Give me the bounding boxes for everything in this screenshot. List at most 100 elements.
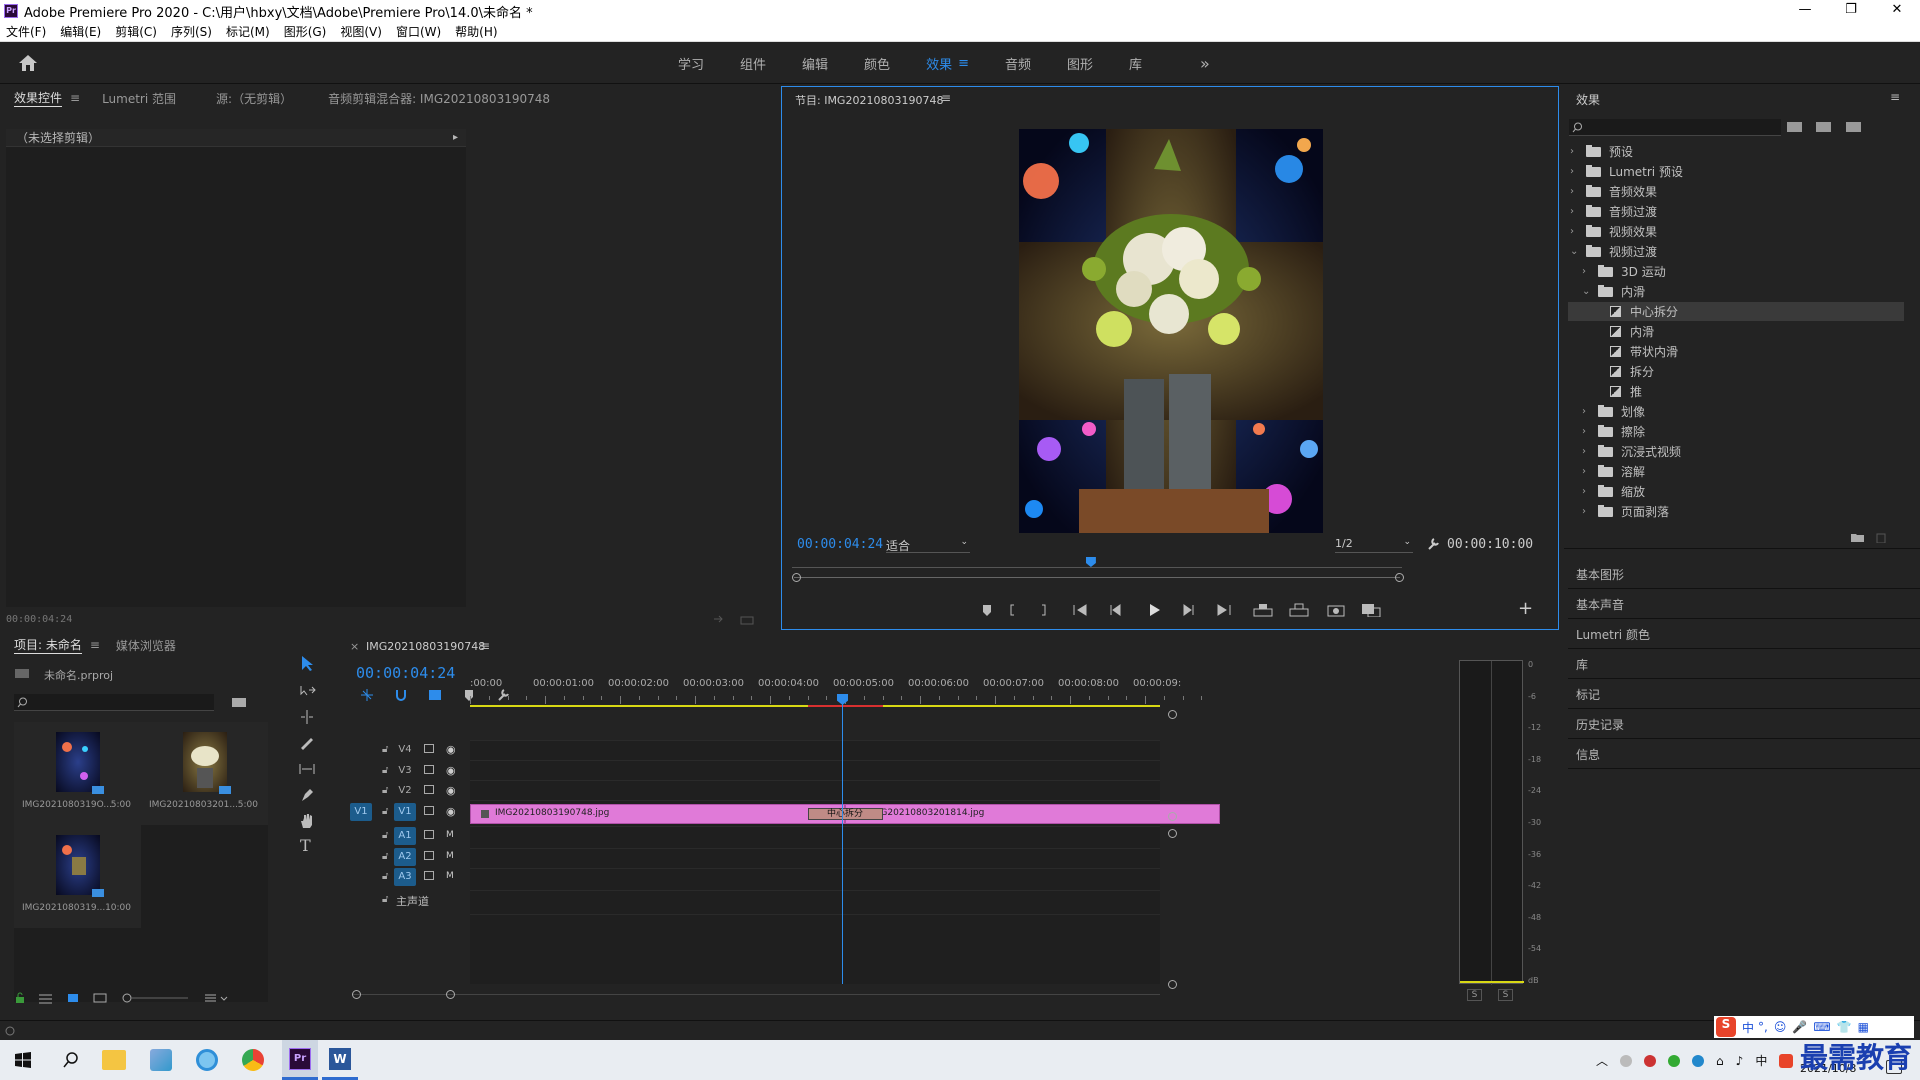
icon-view-icon[interactable] bbox=[66, 992, 80, 1004]
sogou-tray-icon[interactable] bbox=[1779, 1053, 1794, 1068]
ime-emoji-icon[interactable]: ☺ bbox=[1774, 1020, 1787, 1034]
effect-item[interactable]: 推 bbox=[1568, 382, 1904, 401]
sequence-tab[interactable]: IMG20210803190748 bbox=[366, 640, 485, 653]
collapsed-panel-header[interactable]: 库 bbox=[1576, 656, 1588, 673]
chevron-right-icon[interactable]: › bbox=[1570, 226, 1580, 237]
lock-track-icon[interactable]: 🔓︎ bbox=[382, 806, 388, 817]
workspace-tab-learn[interactable]: 学习 bbox=[678, 54, 704, 73]
collapsed-panel-header[interactable]: 历史记录 bbox=[1576, 716, 1624, 733]
selection-tool-icon[interactable] bbox=[298, 654, 316, 672]
project-search-input[interactable] bbox=[14, 694, 214, 711]
tab-effect-controls[interactable]: 效果控件 bbox=[14, 89, 63, 107]
eye-icon[interactable]: ◉ bbox=[446, 743, 456, 756]
search-icon[interactable] bbox=[62, 1051, 80, 1069]
timeline-h-scrollbar[interactable] bbox=[352, 994, 1160, 995]
tab-lumetri-scopes[interactable]: Lumetri 范围 bbox=[102, 90, 176, 107]
go-to-out-icon[interactable] bbox=[1208, 603, 1246, 617]
close-sequence-icon[interactable]: × bbox=[350, 640, 359, 653]
solo-right-button[interactable]: S bbox=[1498, 989, 1513, 1001]
ime-mic-icon[interactable]: 🎤 bbox=[1792, 1020, 1807, 1034]
chevron-down-icon[interactable]: ⌄ bbox=[1570, 246, 1580, 257]
workspace-tab-libraries[interactable]: 库 bbox=[1129, 54, 1142, 73]
tray-chevron-icon[interactable]: ︿ bbox=[1596, 1052, 1608, 1069]
workspace-overflow-icon[interactable]: » bbox=[1200, 54, 1210, 73]
effect-folder[interactable]: ⌄ 内滑 bbox=[1568, 282, 1904, 301]
effect-folder[interactable]: › 音频过渡 bbox=[1568, 202, 1904, 221]
mute-button[interactable]: M bbox=[446, 830, 454, 840]
program-current-timecode[interactable]: 00:00:04:24 bbox=[797, 537, 883, 552]
effect-folder[interactable]: › 页面剥落 bbox=[1568, 502, 1904, 521]
home-icon[interactable] bbox=[18, 54, 38, 72]
workspace-tab-audio[interactable]: 音频 bbox=[1005, 54, 1031, 73]
add-button-icon[interactable]: + bbox=[1518, 598, 1533, 619]
bin-search-icon[interactable] bbox=[231, 696, 247, 708]
timeline-playhead[interactable] bbox=[837, 694, 848, 984]
eye-icon[interactable]: ◉ bbox=[446, 784, 456, 797]
effect-item[interactable]: 中心拆分 bbox=[1568, 302, 1904, 321]
effect-folder[interactable]: › 擦除 bbox=[1568, 422, 1904, 441]
file-explorer-icon[interactable] bbox=[102, 1050, 126, 1070]
timeline-clip[interactable]: IMG20210803201814.jpg bbox=[845, 804, 1220, 824]
track-target-toggle[interactable]: V4 bbox=[394, 741, 416, 759]
linked-selection-icon[interactable] bbox=[428, 688, 442, 702]
effect-folder[interactable]: › 3D 运动 bbox=[1568, 262, 1904, 281]
timeline-timecode[interactable]: 00:00:04:24 bbox=[356, 664, 455, 682]
ripple-edit-tool-icon[interactable] bbox=[298, 708, 316, 726]
menu-window[interactable]: 窗口(W) bbox=[396, 23, 441, 40]
workspace-tab-graphics[interactable]: 图形 bbox=[1067, 54, 1093, 73]
go-to-in-icon[interactable] bbox=[1066, 603, 1102, 617]
chevron-right-icon[interactable]: › bbox=[1582, 486, 1592, 497]
ime-punct[interactable]: °, bbox=[1758, 1020, 1768, 1034]
share-icon[interactable] bbox=[740, 613, 754, 625]
list-item[interactable]: IMG20210803201... 5:00 bbox=[141, 722, 268, 825]
h-scroll-right-handle[interactable] bbox=[446, 990, 455, 999]
windows-start-icon[interactable] bbox=[14, 1051, 32, 1069]
yuv-effects-icon[interactable] bbox=[1844, 119, 1864, 133]
lock-track-icon[interactable]: 🔓︎ bbox=[382, 765, 388, 776]
chevron-right-icon[interactable]: › bbox=[1570, 146, 1580, 157]
collapsed-panel-header[interactable]: 标记 bbox=[1576, 686, 1600, 703]
sequence-menu-icon[interactable]: ≡ bbox=[480, 639, 490, 653]
ime-mode[interactable]: 中 bbox=[1742, 1019, 1754, 1036]
pen-tool-icon[interactable] bbox=[298, 786, 316, 804]
workspace-tab-assembly[interactable]: 组件 bbox=[740, 54, 766, 73]
ime-skin-icon[interactable]: 👕 bbox=[1837, 1020, 1852, 1034]
sync-lock-icon[interactable] bbox=[424, 830, 434, 839]
chevron-right-icon[interactable]: › bbox=[1582, 506, 1592, 517]
chevron-right-icon[interactable]: › bbox=[1582, 446, 1592, 457]
workspace-menu-icon[interactable]: ≡ bbox=[958, 56, 969, 71]
delete-icon[interactable] bbox=[1874, 531, 1888, 543]
zoom-slider[interactable] bbox=[122, 992, 192, 1004]
solo-left-button[interactable]: S bbox=[1467, 989, 1482, 1001]
collapsed-panel-header[interactable]: 基本图形 bbox=[1576, 566, 1624, 583]
chevron-right-icon[interactable]: › bbox=[1570, 206, 1580, 217]
snap-icon[interactable] bbox=[394, 688, 408, 702]
collapsed-panel-header[interactable]: Lumetri 颜色 bbox=[1576, 626, 1650, 643]
sync-lock-icon[interactable] bbox=[424, 785, 434, 794]
zoom-bar[interactable] bbox=[794, 577, 1400, 578]
volume-icon[interactable]: ♪ bbox=[1736, 1054, 1744, 1068]
chrome-icon[interactable] bbox=[242, 1049, 264, 1071]
zoom-handle-right[interactable] bbox=[1395, 573, 1404, 582]
workspace-tab-editing[interactable]: 编辑 bbox=[802, 54, 828, 73]
network-icon[interactable]: ⌂ bbox=[1716, 1054, 1724, 1068]
lock-track-icon[interactable]: 🔓︎ bbox=[382, 894, 388, 905]
fit-dropdown[interactable]: 适合 ⌄ bbox=[886, 537, 970, 553]
camera-icon[interactable] bbox=[1318, 603, 1354, 617]
transition-block[interactable]: 中心拆分 bbox=[807, 808, 883, 820]
mute-button[interactable]: M bbox=[446, 871, 454, 881]
lock-track-icon[interactable]: 🔓︎ bbox=[382, 830, 388, 841]
track-target-toggle[interactable]: V2 bbox=[394, 782, 416, 800]
sync-lock-icon[interactable] bbox=[424, 764, 434, 774]
step-back-icon[interactable] bbox=[1102, 603, 1136, 617]
effect-folder[interactable]: › 溶解 bbox=[1568, 462, 1904, 481]
export-frame-icon[interactable] bbox=[712, 613, 726, 625]
accelerated-effects-icon[interactable] bbox=[1785, 119, 1805, 133]
list-view-icon[interactable] bbox=[38, 992, 54, 1004]
effect-item[interactable]: 内滑 bbox=[1568, 322, 1904, 341]
menu-graphics[interactable]: 图形(G) bbox=[284, 23, 327, 40]
zoom-handle-left[interactable] bbox=[792, 573, 801, 582]
program-monitor-title[interactable]: 节目: IMG20210803190748 bbox=[795, 92, 943, 108]
effect-folder[interactable]: › 划像 bbox=[1568, 402, 1904, 421]
list-item[interactable]: IMG2021080319O... 5:00 bbox=[14, 722, 141, 825]
